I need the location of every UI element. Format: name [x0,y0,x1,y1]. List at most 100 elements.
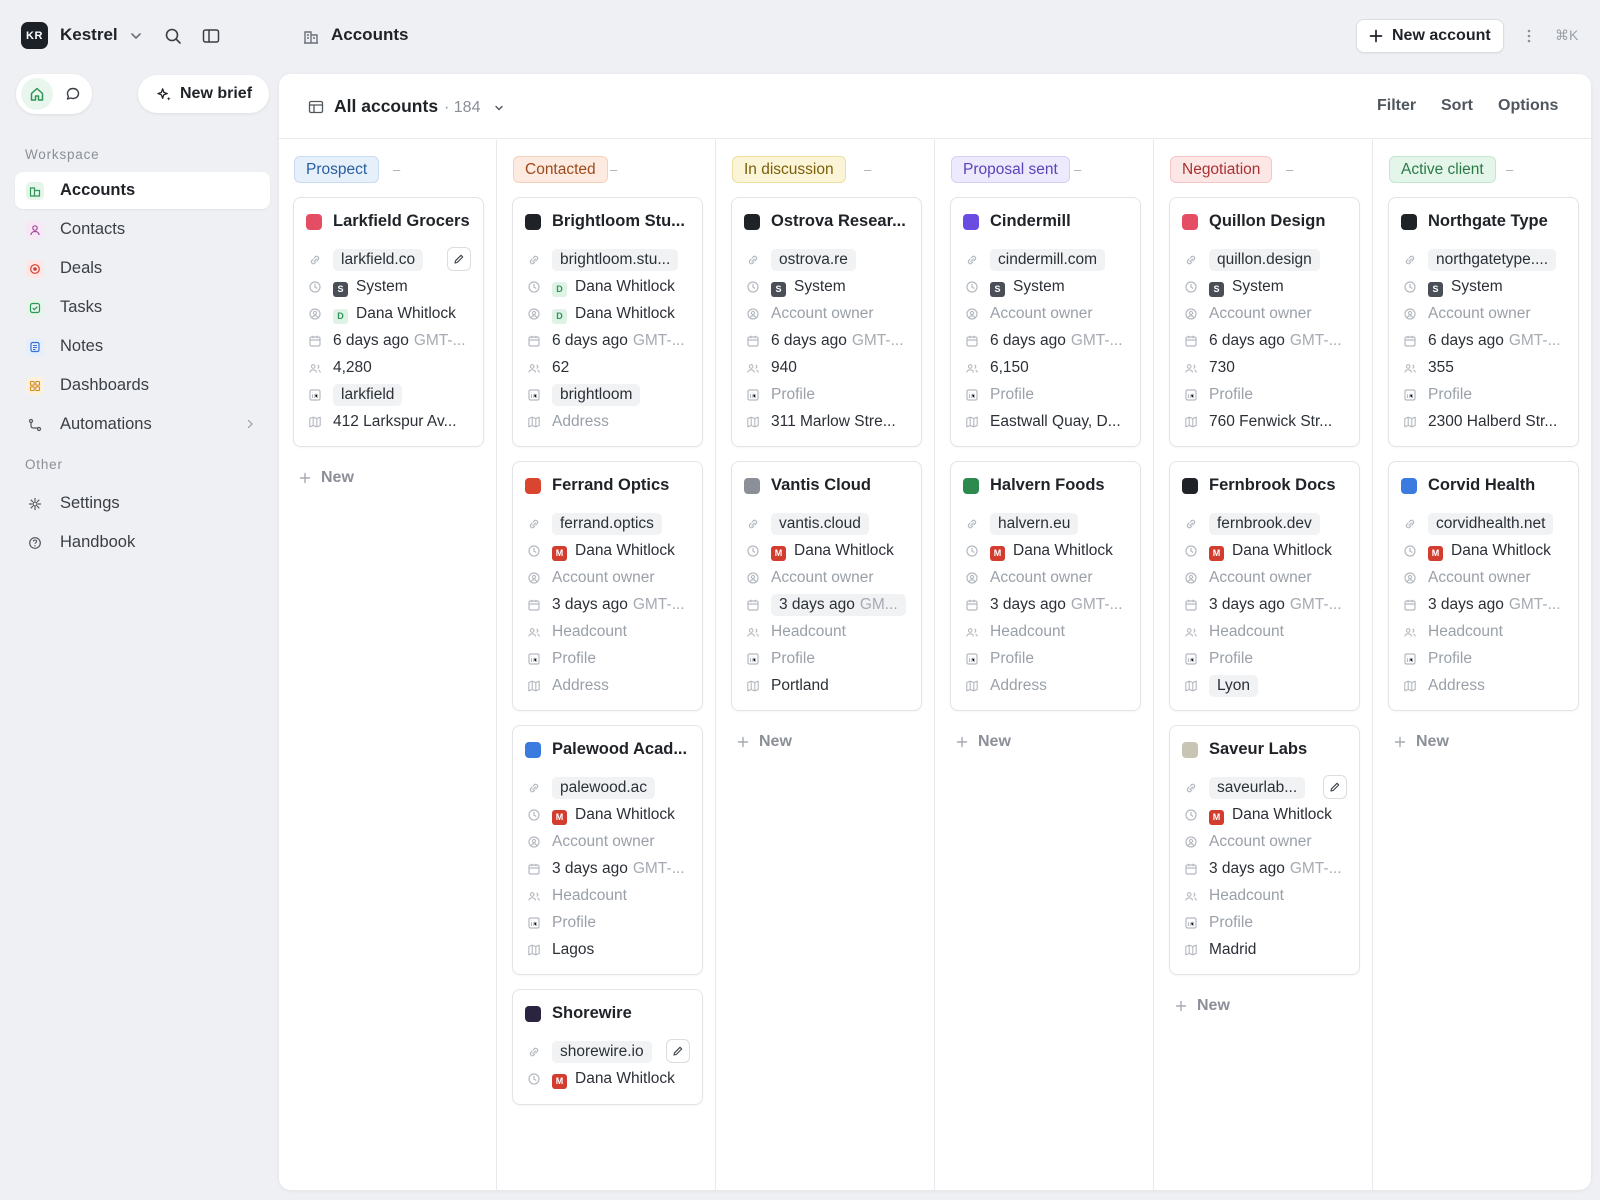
account-card[interactable]: Saveur Labs saveurlab... M Dana Whitlock Acc… [1169,725,1360,975]
domain-field[interactable]: shorewire.io [527,1041,657,1063]
date-field[interactable]: 6 days ago GMT-... [1403,330,1571,352]
address-field[interactable]: Eastwall Quay, D... [965,411,1133,433]
collapse-toggle[interactable]: – [1506,162,1513,177]
account-card[interactable]: Vantis Cloud vantis.cloud M Dana Whitlock Ac… [731,461,922,711]
collapse-toggle[interactable]: – [1074,162,1081,177]
new-card-button[interactable]: New [737,733,792,751]
domain-field[interactable]: ostrova.re [746,249,914,271]
address-field[interactable]: Portland [746,675,914,697]
date-field[interactable]: 3 days ago GM... [746,594,914,616]
headcount-field[interactable]: 730 [1184,357,1352,379]
chevron-down-icon[interactable] [493,102,505,114]
headcount-field[interactable]: Headcount [1403,621,1571,643]
account-card[interactable]: Brightloom Stu... brightloom.stu... D Dana … [512,197,703,447]
created-by-field[interactable]: S System [1184,276,1352,298]
workspace-logo[interactable]: KR [21,22,48,49]
address-field[interactable]: 311 Marlow Stre... [746,411,914,433]
options-button[interactable]: Options [1498,97,1558,115]
date-field[interactable]: 3 days ago GMT-... [527,858,695,880]
domain-field[interactable]: corvidhealth.net [1403,513,1571,535]
created-by-field[interactable]: S System [1403,276,1571,298]
owner-field[interactable]: Account owner [746,303,914,325]
headcount-field[interactable]: 6,150 [965,357,1133,379]
stage-tag[interactable]: Negotiation [1170,156,1273,183]
account-card[interactable]: Halvern Foods halvern.eu M Dana Whitlock Acc… [950,461,1141,711]
owner-field[interactable]: Account owner [527,567,695,589]
sidebar-item-notes[interactable]: Notes [15,328,270,365]
address-field[interactable]: Address [527,411,695,433]
card-title[interactable]: Cindermill [963,212,1138,231]
card-title[interactable]: Saveur Labs [1182,740,1357,759]
account-card[interactable]: Fernbrook Docs fernbrook.dev M Dana Whitloc… [1169,461,1360,711]
filter-button[interactable]: Filter [1377,97,1416,115]
stage-tag[interactable]: Proposal sent [951,156,1070,183]
new-card-button[interactable]: New [956,733,1011,751]
created-by-field[interactable]: S System [965,276,1133,298]
address-field[interactable]: Address [527,675,695,697]
card-title[interactable]: Larkfield Grocers [306,212,481,231]
account-card[interactable]: Ostrova Resear... ostrova.re S System Accoun… [731,197,922,447]
edit-button[interactable] [666,1039,690,1063]
owner-field[interactable]: Account owner [527,831,695,853]
profile-field[interactable]: larkfield [308,384,476,406]
headcount-field[interactable]: Headcount [965,621,1133,643]
domain-field[interactable]: saveurlab... [1184,777,1314,799]
account-card[interactable]: Palewood Acad... palewood.ac M Dana Whitloc… [512,725,703,975]
card-title[interactable]: Northgate Type [1401,212,1576,231]
headcount-field[interactable]: 940 [746,357,914,379]
sidebar-item-handbook[interactable]: Handbook [15,524,270,561]
collapse-toggle[interactable]: – [864,162,871,177]
date-field[interactable]: 3 days ago GMT-... [1184,858,1352,880]
profile-field[interactable]: Profile [527,912,695,934]
date-field[interactable]: 6 days ago GMT-... [746,330,914,352]
date-field[interactable]: 3 days ago GMT-... [965,594,1133,616]
profile-field[interactable]: Profile [746,384,914,406]
new-card-button[interactable]: New [299,469,354,487]
account-card[interactable]: Northgate Type northgatetype.... S System Ac… [1388,197,1579,447]
profile-field[interactable]: Profile [1184,912,1352,934]
sidebar-item-contacts[interactable]: Contacts [15,211,270,248]
account-card[interactable]: Cindermill cindermill.com S System Account o… [950,197,1141,447]
address-field[interactable]: 760 Fenwick Str... [1184,411,1352,433]
headcount-field[interactable]: Headcount [527,621,695,643]
home-button[interactable] [21,78,53,110]
created-by-field[interactable]: M Dana Whitlock [527,540,695,562]
chevron-down-icon[interactable] [128,28,144,44]
sort-button[interactable]: Sort [1441,97,1473,115]
owner-field[interactable]: D Dana Whitlock [527,303,695,325]
owner-field[interactable]: Account owner [1184,567,1352,589]
profile-field[interactable]: brightloom [527,384,695,406]
card-title[interactable]: Vantis Cloud [744,476,919,495]
card-title[interactable]: Corvid Health [1401,476,1576,495]
domain-field[interactable]: fernbrook.dev [1184,513,1352,535]
new-card-button[interactable]: New [1394,733,1449,751]
account-card[interactable]: Quillon Design quillon.design S System Accou… [1169,197,1360,447]
owner-field[interactable]: Account owner [1184,831,1352,853]
card-title[interactable]: Shorewire [525,1004,700,1023]
card-title[interactable]: Quillon Design [1182,212,1357,231]
card-title[interactable]: Palewood Acad... [525,740,700,759]
date-field[interactable]: 3 days ago GMT-... [1403,594,1571,616]
created-by-field[interactable]: M Dana Whitlock [1184,804,1352,826]
collapse-toggle[interactable]: – [610,162,617,177]
stage-tag[interactable]: Contacted [513,156,608,183]
created-by-field[interactable]: M Dana Whitlock [746,540,914,562]
profile-field[interactable]: Profile [1184,384,1352,406]
chat-button[interactable] [57,78,89,110]
sidebar-item-automations[interactable]: Automations [15,406,270,443]
created-by-field[interactable]: M Dana Whitlock [1184,540,1352,562]
profile-field[interactable]: Profile [527,648,695,670]
created-by-field[interactable]: S System [746,276,914,298]
owner-field[interactable]: Account owner [965,567,1133,589]
sidebar-item-tasks[interactable]: Tasks [15,289,270,326]
headcount-field[interactable]: Headcount [527,885,695,907]
sidebar-item-accounts[interactable]: Accounts [15,172,270,209]
owner-field[interactable]: Account owner [1403,567,1571,589]
profile-field[interactable]: Profile [965,648,1133,670]
domain-field[interactable]: brightloom.stu... [527,249,695,271]
profile-field[interactable]: Profile [1403,384,1571,406]
more-options-icon[interactable] [1522,26,1536,46]
profile-field[interactable]: Profile [746,648,914,670]
date-field[interactable]: 6 days ago GMT-... [527,330,695,352]
address-field[interactable]: 412 Larkspur Av... [308,411,476,433]
